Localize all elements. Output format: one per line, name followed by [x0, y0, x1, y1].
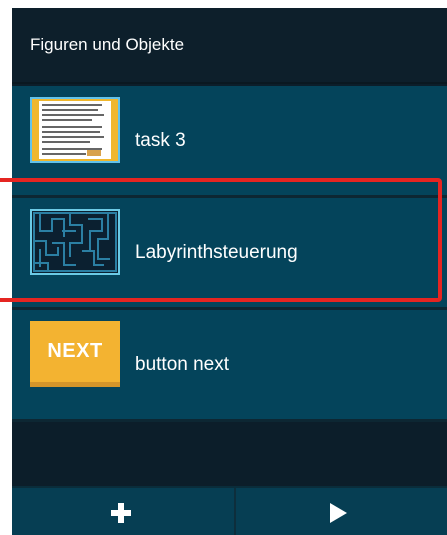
next-thumb-text: NEXT [47, 340, 103, 362]
list-empty-space [12, 425, 447, 483]
list-item-task-3[interactable]: task 3 [12, 86, 447, 198]
list-item-button-next[interactable]: NEXT button next [12, 310, 447, 422]
play-button[interactable] [230, 488, 447, 535]
document-thumbnail [30, 97, 120, 163]
list-item-label: button next [135, 353, 230, 375]
list-item-label: Labyrinthsteuerung [135, 241, 298, 263]
app-screen: Figuren und Objekte task 3 Labyrinthsteu… [12, 8, 447, 535]
next-button-thumbnail: NEXT [30, 321, 120, 387]
add-button[interactable] [12, 488, 230, 535]
list-item-label: task 3 [135, 129, 186, 151]
maze-icon [32, 211, 118, 273]
maze-thumbnail [30, 209, 120, 275]
object-list: task 3 Labyrinthsteuerung NEXT button ne… [12, 86, 447, 422]
bottom-bar [12, 486, 447, 535]
list-item-labyrinthsteuerung[interactable]: Labyrinthsteuerung [12, 198, 447, 310]
plus-icon [110, 502, 131, 523]
play-icon [330, 502, 348, 523]
document-page [39, 101, 111, 159]
header-title: Figuren und Objekte [30, 35, 185, 54]
header: Figuren und Objekte [12, 8, 447, 84]
